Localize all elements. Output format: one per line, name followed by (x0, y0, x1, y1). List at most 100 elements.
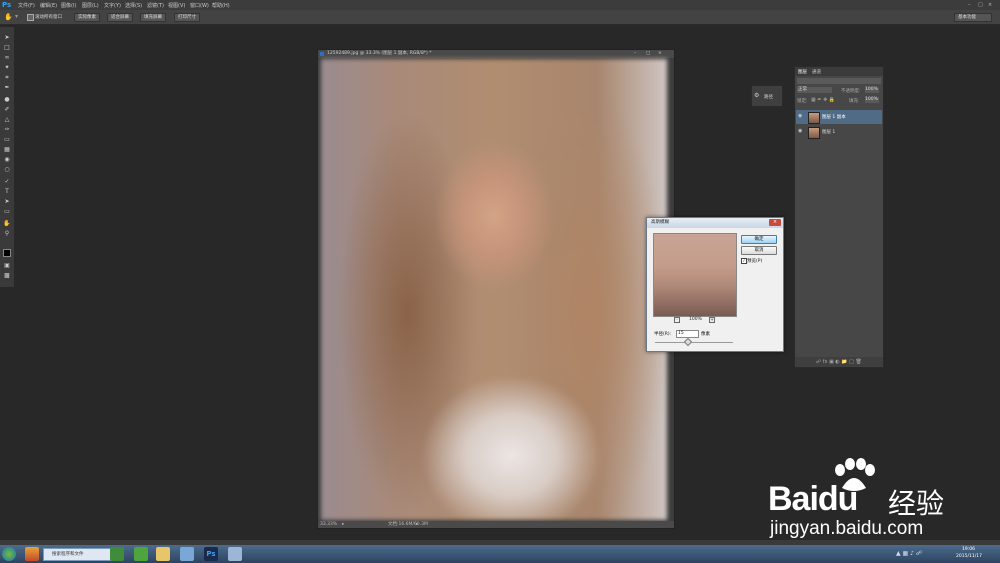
maximize-icon[interactable]: □ (978, 2, 985, 8)
document-size: 文档:16.6M/60.3M (388, 522, 428, 527)
minimize-icon[interactable]: – (968, 2, 975, 8)
layer-name[interactable]: 图层 1 副本 (822, 114, 846, 120)
doc-close-icon[interactable]: × (658, 50, 662, 58)
cancel-button[interactable]: 取消 (741, 246, 777, 255)
zoom-out-icon[interactable]: - (674, 317, 680, 323)
lock-icons[interactable]: ▦ ✒ ✥ 🔒 (811, 97, 835, 103)
image-canvas[interactable] (321, 59, 667, 520)
dialog-title-bar[interactable]: 高斯模糊 × (647, 218, 783, 228)
ps-doc-icon (320, 52, 324, 56)
app-icon[interactable] (25, 547, 39, 561)
pen-tool-icon[interactable]: ✓ (3, 179, 11, 185)
move-tool-icon[interactable]: ➤ (3, 35, 11, 41)
lasso-tool-icon[interactable]: ∞ (3, 55, 11, 61)
opacity-field[interactable]: 100% (865, 87, 879, 93)
zoom-in-icon[interactable]: + (709, 317, 715, 323)
document-tab[interactable]: 12592489.jpg @ 33.3% (图层 1 副本, RGB/8*) *… (318, 50, 674, 58)
doc-restore-icon[interactable]: □ (646, 50, 650, 58)
options-bar: ✋ ▾ 滚动所有窗口 实际像素 适合屏幕 填充屏幕 打印尺寸 基本功能 (0, 10, 1000, 25)
taskbar-search[interactable]: 搜索程序和文件 (43, 548, 113, 561)
stamp-tool-icon[interactable]: △ (3, 117, 11, 123)
eyedropper-tool-icon[interactable]: ✒ (3, 85, 11, 91)
history-brush-icon[interactable]: ✑ (3, 127, 11, 133)
image-viewer-icon[interactable] (228, 547, 242, 561)
radius-slider-track[interactable] (655, 342, 733, 343)
hand-tool-icon[interactable]: ✋ (4, 13, 13, 21)
print-size-button[interactable]: 打印尺寸 (174, 13, 200, 22)
menu-type[interactable]: 文字(Y) (104, 2, 121, 9)
ie-icon[interactable] (180, 547, 194, 561)
chat-icon[interactable] (134, 547, 148, 561)
opacity-label: 不透明度: (841, 89, 861, 94)
menu-file[interactable]: 文件(F) (18, 2, 35, 9)
ok-button[interactable]: 确定 (741, 235, 777, 244)
layer-row[interactable]: ◉ 图层 1 (796, 125, 882, 139)
blend-mode-select[interactable]: 正常 (797, 87, 832, 93)
menu-window[interactable]: 窗口(W) (190, 2, 209, 9)
menu-image[interactable]: 图像(I) (61, 2, 76, 9)
photoshop-taskbar-icon[interactable]: Ps (204, 547, 218, 561)
hand-tool-icon[interactable]: ✋ (3, 221, 11, 227)
chevron-down-icon[interactable]: ▾ (15, 13, 18, 20)
radius-slider-thumb[interactable] (683, 337, 693, 347)
gaussian-blur-dialog: 高斯模糊 × - 100% + 确定 取消 ✓ 预览(P) 半径(R): 15 … (646, 217, 784, 352)
scroll-all-checkbox[interactable] (27, 14, 34, 21)
tray-icons[interactable]: ▲ ▦ ♪ ☍ (896, 550, 922, 557)
workspace-select[interactable]: 基本功能 (954, 13, 992, 22)
start-button-icon[interactable] (2, 547, 16, 561)
visibility-eye-icon[interactable]: ◉ (798, 113, 802, 119)
clock-time[interactable]: 19:06 (962, 547, 975, 552)
fill-field[interactable]: 100% (865, 97, 879, 103)
layer-row[interactable]: ◉ 图层 1 副本 (796, 110, 882, 124)
visibility-eye-icon[interactable]: ◉ (798, 128, 802, 134)
healing-tool-icon[interactable]: ● (3, 97, 11, 103)
menu-select[interactable]: 选择(S) (125, 2, 142, 9)
layers-panel: 图层 通道 正常 不透明度: 100% 锁定: ▦ ✒ ✥ 🔒 填充: 100%… (794, 66, 884, 368)
close-icon[interactable]: × (988, 2, 995, 8)
brush-tool-icon[interactable]: ✐ (3, 107, 11, 113)
tab-channels[interactable]: 通道 (812, 69, 821, 75)
eraser-tool-icon[interactable]: ▭ (3, 137, 11, 143)
fill-label: 填充: (849, 99, 860, 104)
document-window: 12592489.jpg @ 33.3% (图层 1 副本, RGB/8*) *… (317, 49, 675, 529)
quick-mask-icon[interactable]: ▣ (3, 263, 11, 269)
dialog-close-icon[interactable]: × (769, 219, 781, 226)
menu-view[interactable]: 视图(V) (168, 2, 185, 9)
shape-tool-icon[interactable]: ▭ (3, 209, 11, 215)
paths-label[interactable]: 路径 (764, 94, 773, 100)
type-tool-icon[interactable]: T (3, 189, 11, 195)
blur-tool-icon[interactable]: ◉ (3, 157, 11, 163)
photoshop-logo: Ps (2, 1, 12, 9)
marquee-tool-icon[interactable]: □ (3, 45, 11, 51)
clock-date[interactable]: 2015/11/17 (956, 554, 982, 559)
tab-layers[interactable]: 图层 (798, 69, 807, 75)
paths-icon[interactable]: ⚙ (754, 92, 759, 99)
zoom-tool-icon[interactable]: ⚲ (3, 231, 11, 237)
layer-thumbnail (808, 112, 820, 124)
menu-edit[interactable]: 编辑(E) (40, 2, 57, 9)
quick-select-tool-icon[interactable]: ✦ (3, 65, 11, 71)
blur-preview-area[interactable] (653, 233, 737, 317)
actual-pixels-button[interactable]: 实际像素 (74, 13, 100, 22)
browser-icon[interactable] (110, 547, 124, 561)
menu-filter[interactable]: 滤镜(T) (147, 2, 164, 9)
layer-filter-bar[interactable] (797, 78, 881, 84)
path-select-tool-icon[interactable]: ➤ (3, 199, 11, 205)
foreground-color-swatch[interactable] (3, 249, 11, 257)
fit-screen-button[interactable]: 适合屏幕 (107, 13, 133, 22)
zoom-level[interactable]: 33.33% (320, 521, 337, 528)
menu-layer[interactable]: 图层(L) (82, 2, 99, 9)
layers-footer-icons[interactable]: ☍ fx ▣ ◐ 📁 □ 🗑 (795, 357, 883, 367)
screen-mode-icon[interactable]: ▩ (3, 273, 11, 279)
layer-name[interactable]: 图层 1 (822, 129, 835, 135)
doc-minimize-icon[interactable]: – (634, 50, 636, 58)
preview-checkbox-label: 预览(P) (747, 259, 763, 264)
fill-screen-button[interactable]: 填充屏幕 (140, 13, 166, 22)
menu-help[interactable]: 帮助(H) (212, 2, 230, 9)
dodge-tool-icon[interactable]: ○ (3, 167, 11, 173)
status-arrow-icon[interactable]: ▸ (416, 521, 418, 528)
gradient-tool-icon[interactable]: ▦ (3, 147, 11, 153)
status-menu-icon[interactable]: ▸ (342, 521, 344, 528)
crop-tool-icon[interactable]: ⌗ (3, 75, 11, 81)
folder-icon[interactable] (156, 547, 170, 561)
